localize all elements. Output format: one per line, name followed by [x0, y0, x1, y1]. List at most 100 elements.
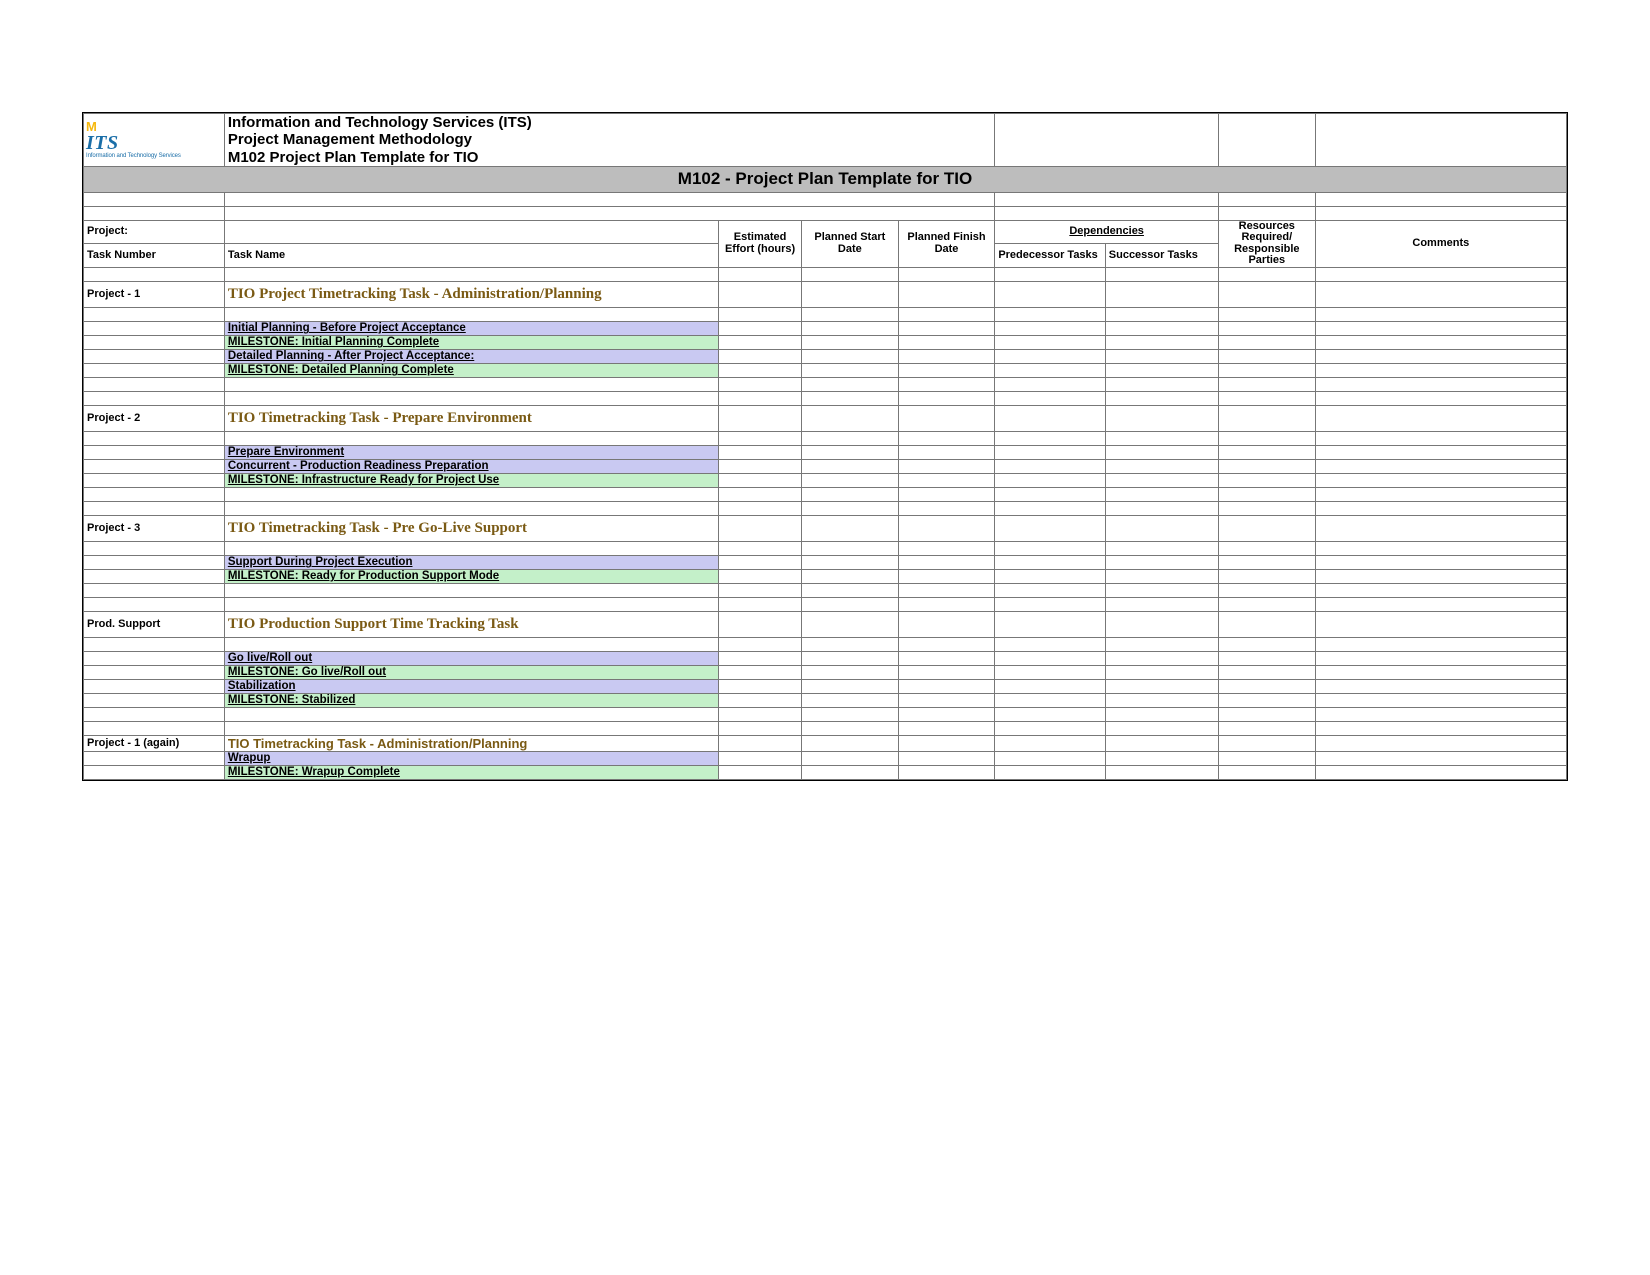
data-cell[interactable]: [898, 501, 995, 515]
data-cell[interactable]: [1105, 335, 1218, 349]
task-name-cell[interactable]: TIO Timetracking Task - Administration/P…: [224, 735, 718, 751]
task-number-cell[interactable]: [84, 445, 225, 459]
data-cell[interactable]: [1218, 487, 1315, 501]
data-cell[interactable]: [1218, 459, 1315, 473]
data-cell[interactable]: [1105, 321, 1218, 335]
task-name-cell[interactable]: TIO Production Support Time Tracking Tas…: [224, 611, 718, 637]
data-cell[interactable]: [719, 751, 802, 765]
task-number-cell[interactable]: [84, 335, 225, 349]
data-cell[interactable]: [1218, 569, 1315, 583]
data-cell[interactable]: [1218, 445, 1315, 459]
data-cell[interactable]: [802, 473, 899, 487]
data-cell[interactable]: [995, 765, 1105, 779]
task-number-cell[interactable]: [84, 651, 225, 665]
data-cell[interactable]: [898, 281, 995, 307]
data-cell[interactable]: [1218, 281, 1315, 307]
data-cell[interactable]: [1315, 651, 1566, 665]
data-cell[interactable]: [995, 405, 1105, 431]
data-cell[interactable]: [719, 431, 802, 445]
data-cell[interactable]: [719, 555, 802, 569]
data-cell[interactable]: [1218, 597, 1315, 611]
data-cell[interactable]: [995, 651, 1105, 665]
task-number-cell[interactable]: [84, 431, 225, 445]
task-number-cell[interactable]: [84, 583, 225, 597]
data-cell[interactable]: [1315, 665, 1566, 679]
data-cell[interactable]: [898, 637, 995, 651]
task-number-cell[interactable]: [84, 679, 225, 693]
data-cell[interactable]: [898, 555, 995, 569]
data-cell[interactable]: [1315, 431, 1566, 445]
task-name-cell[interactable]: MILESTONE: Infrastructure Ready for Proj…: [224, 473, 718, 487]
task-number-cell[interactable]: [84, 637, 225, 651]
task-name-cell[interactable]: MILESTONE: Wrapup Complete: [224, 765, 718, 779]
data-cell[interactable]: [1218, 555, 1315, 569]
task-name-cell[interactable]: Stabilization: [224, 679, 718, 693]
data-cell[interactable]: [995, 721, 1105, 735]
data-cell[interactable]: [802, 541, 899, 555]
data-cell[interactable]: [1105, 541, 1218, 555]
task-number-cell[interactable]: Prod. Support: [84, 611, 225, 637]
task-name-cell[interactable]: Support During Project Execution: [224, 555, 718, 569]
data-cell[interactable]: [802, 651, 899, 665]
data-cell[interactable]: [995, 501, 1105, 515]
data-cell[interactable]: [719, 307, 802, 321]
data-cell[interactable]: [1105, 473, 1218, 487]
data-cell[interactable]: [719, 765, 802, 779]
data-cell[interactable]: [1218, 583, 1315, 597]
task-number-cell[interactable]: [84, 541, 225, 555]
task-name-cell[interactable]: [224, 501, 718, 515]
data-cell[interactable]: [802, 637, 899, 651]
data-cell[interactable]: [898, 405, 995, 431]
data-cell[interactable]: [1218, 515, 1315, 541]
task-number-cell[interactable]: [84, 501, 225, 515]
data-cell[interactable]: [1105, 665, 1218, 679]
data-cell[interactable]: [1105, 445, 1218, 459]
data-cell[interactable]: [1105, 363, 1218, 377]
data-cell[interactable]: [1315, 405, 1566, 431]
task-number-cell[interactable]: [84, 751, 225, 765]
task-name-cell[interactable]: [224, 267, 718, 281]
data-cell[interactable]: [802, 445, 899, 459]
task-name-cell[interactable]: TIO Project Timetracking Task - Administ…: [224, 281, 718, 307]
data-cell[interactable]: [719, 735, 802, 751]
data-cell[interactable]: [1218, 363, 1315, 377]
data-cell[interactable]: [898, 431, 995, 445]
data-cell[interactable]: [802, 707, 899, 721]
data-cell[interactable]: [995, 267, 1105, 281]
data-cell[interactable]: [719, 377, 802, 391]
data-cell[interactable]: [898, 445, 995, 459]
data-cell[interactable]: [1105, 501, 1218, 515]
data-cell[interactable]: [995, 349, 1105, 363]
data-cell[interactable]: [802, 679, 899, 693]
data-cell[interactable]: [1315, 765, 1566, 779]
task-number-cell[interactable]: [84, 707, 225, 721]
data-cell[interactable]: [1315, 597, 1566, 611]
task-name-cell[interactable]: [224, 597, 718, 611]
data-cell[interactable]: [1105, 459, 1218, 473]
data-cell[interactable]: [1218, 637, 1315, 651]
data-cell[interactable]: [1105, 751, 1218, 765]
data-cell[interactable]: [898, 707, 995, 721]
data-cell[interactable]: [719, 541, 802, 555]
data-cell[interactable]: [995, 597, 1105, 611]
data-cell[interactable]: [1105, 583, 1218, 597]
data-cell[interactable]: [719, 487, 802, 501]
task-number-cell[interactable]: [84, 597, 225, 611]
data-cell[interactable]: [802, 267, 899, 281]
data-cell[interactable]: [802, 693, 899, 707]
data-cell[interactable]: [1105, 391, 1218, 405]
data-cell[interactable]: [802, 751, 899, 765]
data-cell[interactable]: [1218, 665, 1315, 679]
data-cell[interactable]: [1218, 377, 1315, 391]
data-cell[interactable]: [1315, 335, 1566, 349]
data-cell[interactable]: [1315, 363, 1566, 377]
data-cell[interactable]: [719, 707, 802, 721]
data-cell[interactable]: [898, 377, 995, 391]
data-cell[interactable]: [1218, 335, 1315, 349]
data-cell[interactable]: [995, 541, 1105, 555]
data-cell[interactable]: [802, 487, 899, 501]
data-cell[interactable]: [898, 679, 995, 693]
data-cell[interactable]: [1105, 515, 1218, 541]
data-cell[interactable]: [802, 377, 899, 391]
data-cell[interactable]: [802, 569, 899, 583]
